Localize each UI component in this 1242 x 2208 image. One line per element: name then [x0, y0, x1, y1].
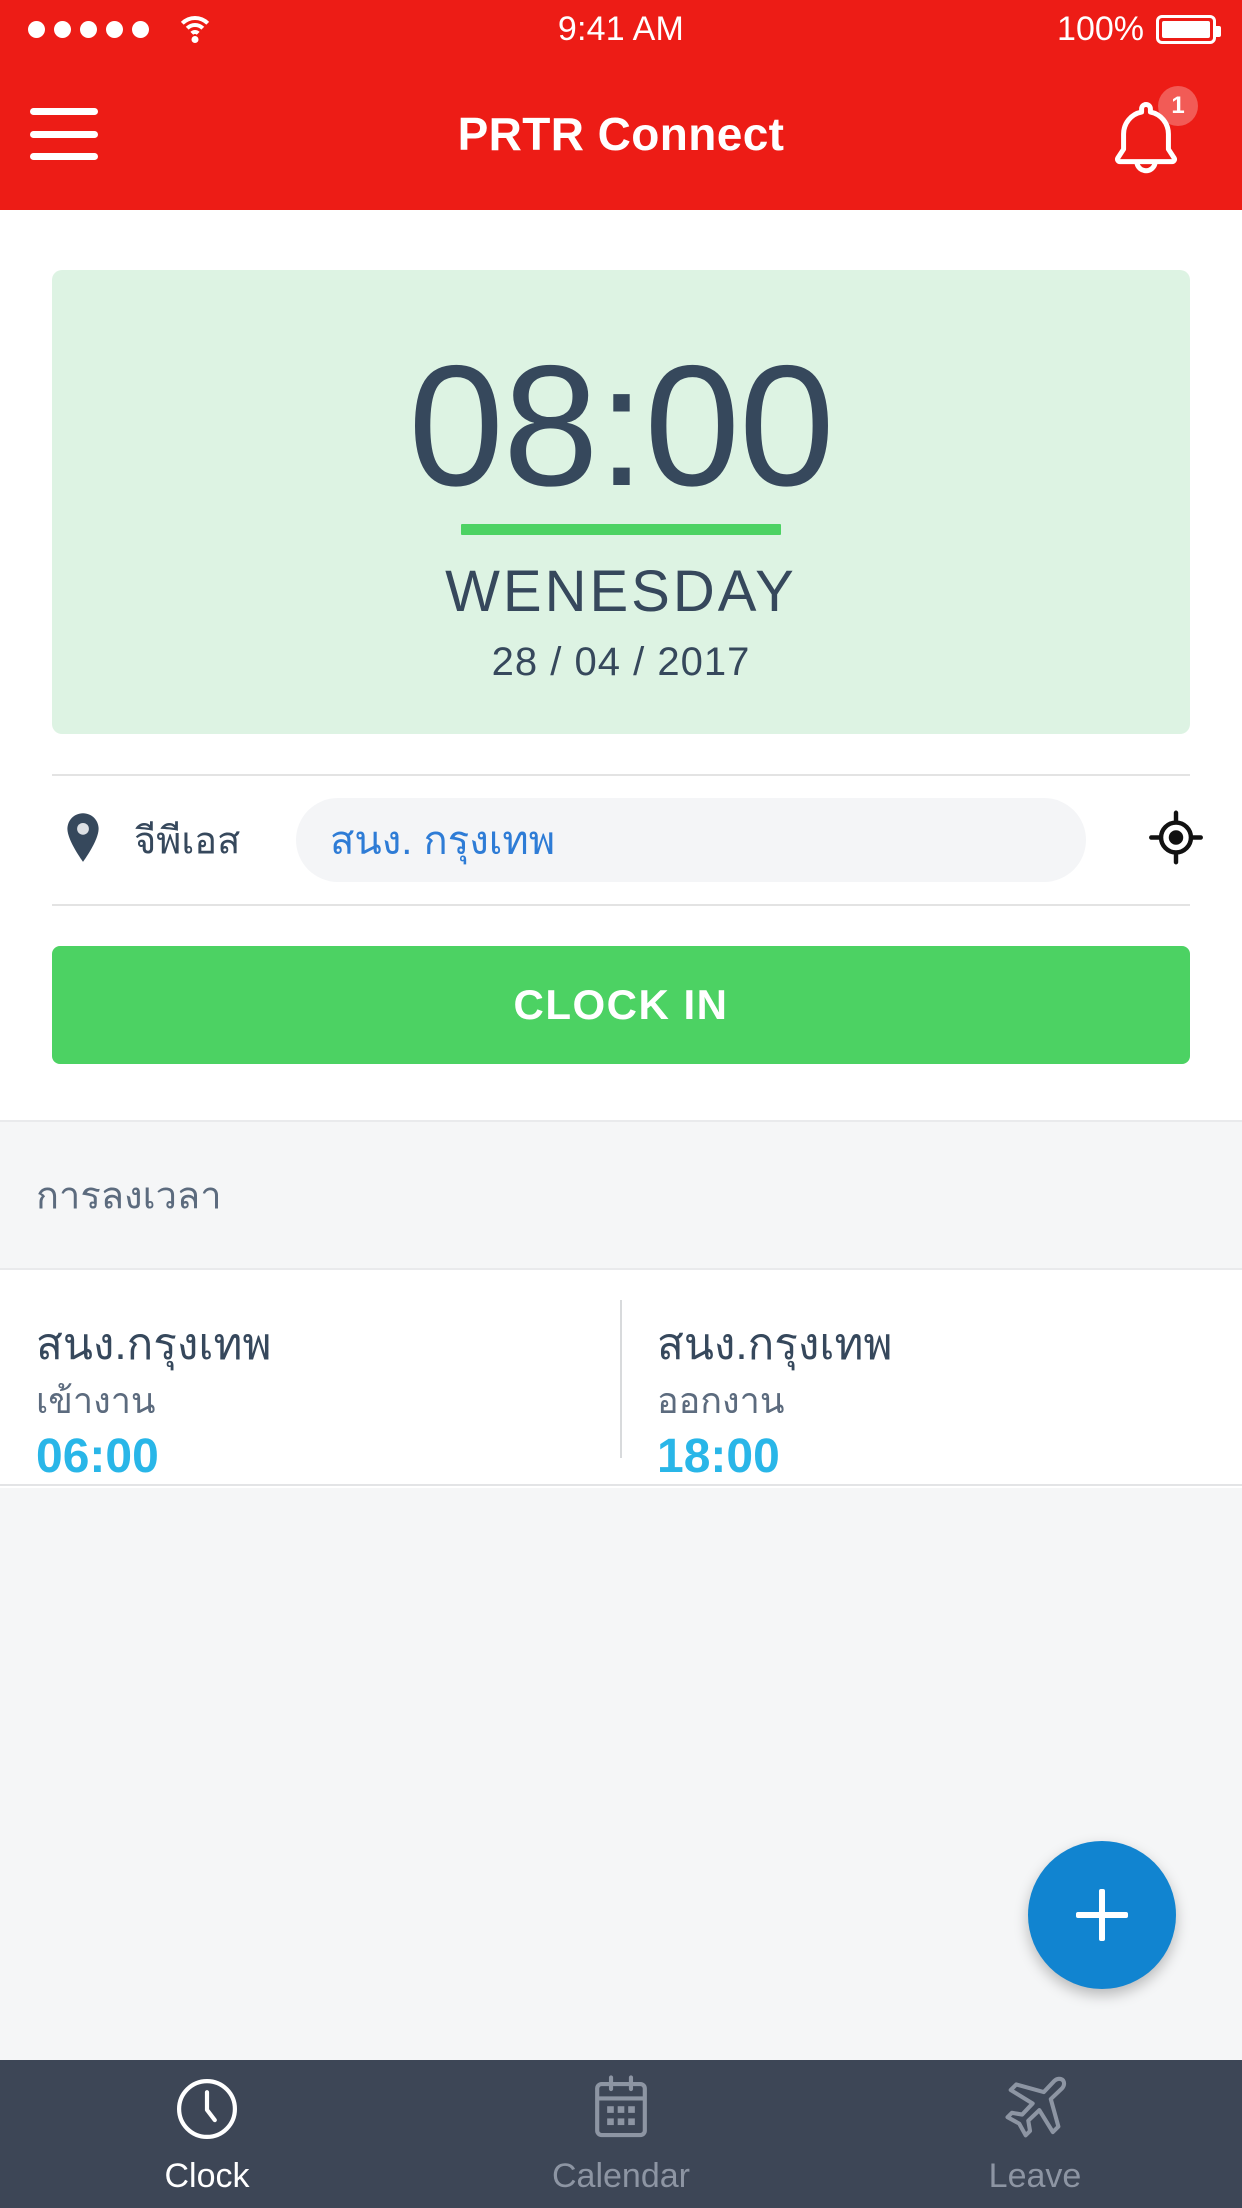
crosshair-locate-icon[interactable]: [1148, 810, 1204, 871]
add-button[interactable]: [1028, 1841, 1176, 1989]
log-time: 06:00: [36, 1430, 159, 1483]
tab-calendar-label: Calendar: [552, 2156, 690, 2195]
gps-label: จีพีเอส: [134, 820, 241, 863]
current-time: 08:00: [408, 330, 834, 522]
divider-top: [52, 774, 1190, 776]
gps-row: จีพีเอส สนง. กรุงเทพ: [0, 774, 1242, 906]
clock-card: 08:00 WENESDAY 28 / 04 / 2017: [52, 270, 1190, 734]
log-section-title: การลงเวลา: [36, 1175, 222, 1218]
divider-bottom: [52, 904, 1190, 906]
calendar-icon: [587, 2073, 655, 2145]
battery-full-icon: [1156, 14, 1221, 44]
log-entry-list: สนง.กรุงเทพ เข้างาน 06:00 สนง.กรุงเทพ ออ…: [0, 1272, 1242, 1486]
log-type: เข้างาน: [36, 1380, 156, 1421]
battery-percent-label: 100%: [1057, 9, 1144, 48]
log-type: ออกงาน: [657, 1380, 785, 1421]
status-bar: 9:41 AM 100%: [0, 0, 1242, 58]
gps-location-field[interactable]: สนง. กรุงเทพ: [296, 798, 1086, 882]
notification-badge: 1: [1158, 86, 1198, 126]
tab-calendar[interactable]: Calendar: [414, 2060, 828, 2208]
time-underline-divider: [461, 524, 781, 535]
map-pin-icon: [62, 812, 104, 869]
phone-screen: 9:41 AM 100% PRTR Connect 1 08:00 WENESD…: [0, 0, 1242, 2208]
list-item[interactable]: สนง.กรุงเทพ เข้างาน 06:00: [0, 1272, 621, 1486]
current-date: 28 / 04 / 2017: [491, 640, 751, 684]
clock-icon: [171, 2073, 243, 2145]
log-time: 18:00: [657, 1430, 780, 1483]
tab-leave[interactable]: Leave: [828, 2060, 1242, 2208]
gps-location-value: สนง. กรุงเทพ: [330, 819, 556, 863]
log-site: สนง.กรุงเทพ: [657, 1320, 893, 1369]
tab-clock[interactable]: Clock: [0, 2060, 414, 2208]
notification-button[interactable]: 1: [1100, 86, 1198, 180]
clock-in-button[interactable]: CLOCK IN: [52, 946, 1190, 1064]
bottom-navigation: Clock Calendar Leave: [0, 2060, 1242, 2208]
log-section-header: การลงเวลา: [0, 1120, 1242, 1270]
list-item[interactable]: สนง.กรุงเทพ ออกงาน 18:00: [621, 1272, 1242, 1486]
tab-clock-label: Clock: [164, 2156, 250, 2195]
status-bar-clock: 9:41 AM: [557, 10, 685, 48]
log-site: สนง.กรุงเทพ: [36, 1320, 272, 1369]
tab-leave-label: Leave: [988, 2156, 1082, 2195]
airplane-icon: [997, 2073, 1073, 2145]
current-day: WENESDAY: [445, 559, 797, 624]
status-bar-right: 100%: [1057, 0, 1221, 58]
app-bar: PRTR Connect 1: [0, 58, 1242, 210]
page-title: PRTR Connect: [457, 108, 785, 160]
content-empty-area: [0, 1488, 1242, 2060]
